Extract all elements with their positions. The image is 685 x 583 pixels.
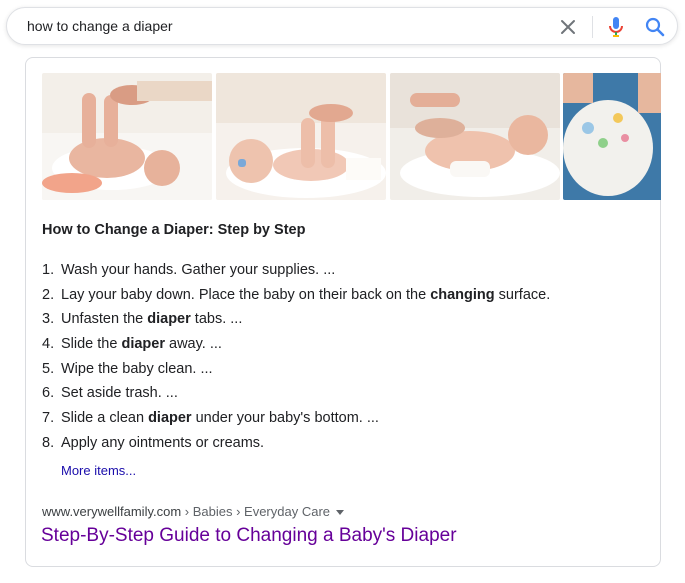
search-divider bbox=[592, 16, 593, 38]
step-item: 6. Set aside trash. ... bbox=[42, 381, 550, 406]
step-item: 4. Slide the diaper away. ... bbox=[42, 332, 550, 357]
step-text: Slide the bbox=[61, 336, 122, 353]
step-text: Unfasten the bbox=[61, 311, 148, 328]
search-input[interactable]: how to change a diaper bbox=[27, 18, 173, 34]
step-item: 3. Unfasten the diaper tabs. ... bbox=[42, 307, 550, 332]
step-keyword: diaper bbox=[148, 410, 192, 427]
steps-list: 1. Wash your hands. Gather your supplies.… bbox=[42, 258, 550, 456]
featured-snippet-card: How to Change a Diaper: Step by Step 1. W… bbox=[25, 57, 661, 567]
search-icon[interactable] bbox=[644, 16, 666, 38]
result-url: www.verywellfamily.com › Babies › Everyd… bbox=[42, 504, 345, 519]
image-thumbnail-2[interactable] bbox=[216, 73, 386, 200]
microphone-icon[interactable] bbox=[605, 15, 627, 39]
step-text: tabs. ... bbox=[190, 311, 243, 328]
step-text: under your baby's bottom. ... bbox=[191, 410, 379, 427]
image-carousel bbox=[42, 73, 661, 200]
step-text: Apply any ointments or creams. bbox=[61, 434, 265, 451]
step-number: 2. bbox=[42, 286, 55, 303]
image-thumbnail-3[interactable] bbox=[390, 73, 560, 200]
step-item: 8. Apply any ointments or creams. bbox=[42, 431, 550, 456]
step-number: 4. bbox=[42, 336, 55, 353]
step-item: 1. Wash your hands. Gather your supplies.… bbox=[42, 258, 550, 283]
chevron-down-icon[interactable] bbox=[336, 510, 345, 516]
step-keyword: diaper bbox=[147, 311, 191, 328]
step-number: 7. bbox=[42, 410, 55, 427]
snippet-title: How to Change a Diaper: Step by Step bbox=[42, 222, 306, 238]
image-thumbnail-4[interactable] bbox=[563, 73, 661, 200]
step-text: Wipe the baby clean. ... bbox=[61, 360, 213, 377]
step-item: 5. Wipe the baby clean. ... bbox=[42, 357, 550, 382]
step-text: away. ... bbox=[164, 336, 222, 353]
close-icon[interactable] bbox=[558, 17, 578, 37]
more-items-link[interactable]: More items... bbox=[61, 463, 136, 478]
search-bar: how to change a diaper bbox=[6, 7, 678, 45]
step-text: Lay your baby down. Place the baby on th… bbox=[61, 286, 431, 303]
step-number: 6. bbox=[42, 385, 55, 402]
step-text: Set aside trash. ... bbox=[61, 385, 178, 402]
step-number: 1. bbox=[42, 262, 55, 278]
step-item: 2. Lay your baby down. Place the baby on … bbox=[42, 283, 550, 308]
step-keyword: diaper bbox=[121, 336, 165, 353]
step-number: 8. bbox=[42, 434, 55, 451]
step-text: Wash your hands. Gather your supplies. .… bbox=[61, 262, 336, 278]
step-number: 3. bbox=[42, 311, 55, 328]
image-thumbnail-1[interactable] bbox=[42, 73, 212, 200]
step-text: surface. bbox=[494, 286, 551, 303]
result-breadcrumbs: › Babies › Everyday Care bbox=[181, 504, 331, 519]
step-text: Slide a clean bbox=[61, 410, 149, 427]
result-title-link[interactable]: Step-By-Step Guide to Changing a Baby's … bbox=[41, 525, 457, 547]
step-keyword: changing bbox=[430, 286, 495, 303]
result-domain: www.verywellfamily.com bbox=[42, 504, 182, 519]
step-item: 7. Slide a clean diaper under your baby's… bbox=[42, 406, 550, 431]
step-number: 5. bbox=[42, 360, 55, 377]
